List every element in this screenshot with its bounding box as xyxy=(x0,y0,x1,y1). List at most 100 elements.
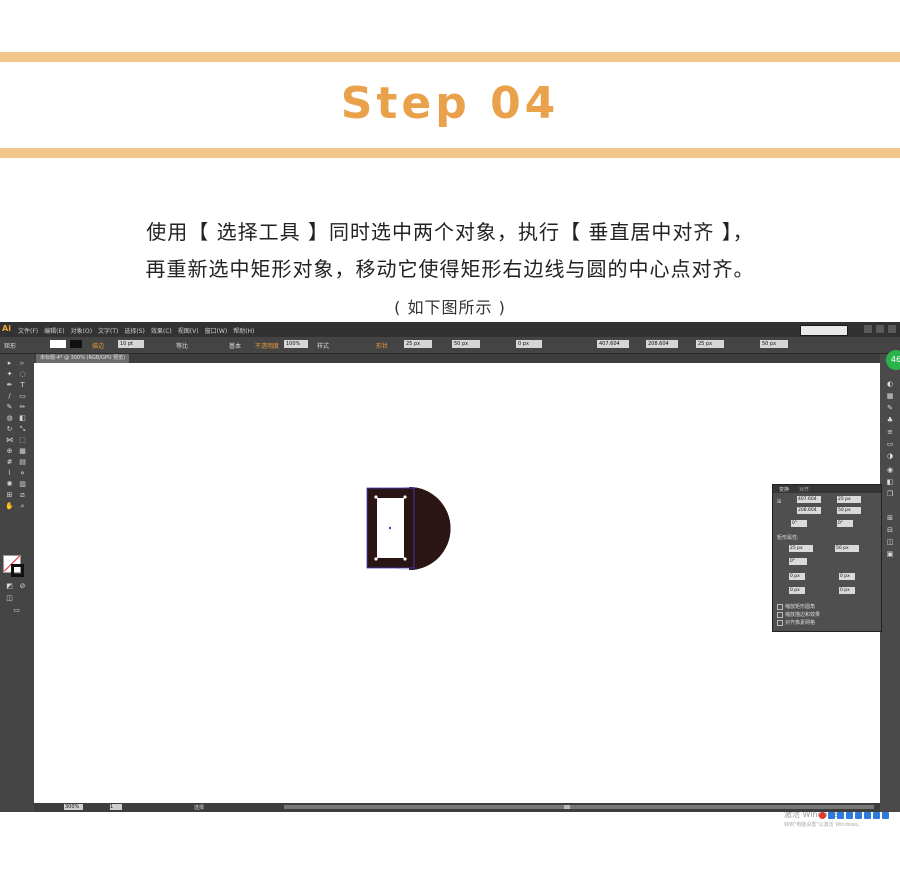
type-tool-icon[interactable]: T xyxy=(18,381,27,389)
magic-wand-icon[interactable]: ✦ xyxy=(5,370,14,378)
shear-field[interactable]: 0° xyxy=(837,520,853,527)
menu-effect[interactable]: 效果(C) xyxy=(151,326,172,335)
document-tab[interactable]: 未标题-4* @ 300% (RGB/GPU 预览) xyxy=(36,354,130,363)
artboards-panel-icon[interactable]: ▣ xyxy=(885,550,895,559)
y-field[interactable]: 208.604 xyxy=(797,507,821,514)
swatches-panel-icon[interactable]: ▦ xyxy=(885,392,895,401)
tray-icon[interactable] xyxy=(846,812,853,819)
minimize-icon[interactable] xyxy=(864,325,872,333)
shape-label[interactable]: 形状 xyxy=(376,341,388,350)
angle-field[interactable]: 0° xyxy=(791,520,807,527)
corner-radius-4-field[interactable]: 0 px xyxy=(839,587,855,594)
blend-tool-icon[interactable]: ⋄ xyxy=(18,469,27,477)
gradient-tool-icon[interactable]: ▤ xyxy=(18,458,27,466)
pathfinder-panel-icon[interactable]: ◫ xyxy=(885,538,895,547)
shape-width-field[interactable]: 25 px xyxy=(404,340,432,348)
align-panel-icon[interactable]: ⊟ xyxy=(885,526,895,535)
option-scale-strokes[interactable]: 缩放描边和效果 xyxy=(777,611,820,618)
horizontal-scrollbar[interactable] xyxy=(284,805,874,809)
artboard-tool-icon[interactable]: ⊞ xyxy=(5,491,14,499)
graphic-styles-icon[interactable]: ◧ xyxy=(885,478,895,487)
tray-icon[interactable] xyxy=(882,812,889,819)
tray-icon[interactable] xyxy=(864,812,871,819)
hand-tool-icon[interactable]: ✋ xyxy=(5,502,14,510)
option-scale-corners[interactable]: 缩放矩形圆角 xyxy=(777,603,815,610)
x-field[interactable]: 407.604 xyxy=(597,340,629,348)
fill-swatch[interactable] xyxy=(50,340,66,348)
stroke-label[interactable]: 描边 xyxy=(92,341,104,350)
symbol-sprayer-icon[interactable]: ✺ xyxy=(5,480,14,488)
menu-edit[interactable]: 编辑(E) xyxy=(44,326,64,335)
shape-height-field[interactable]: 50 px xyxy=(452,340,480,348)
search-input[interactable] xyxy=(800,325,848,336)
tray-icon[interactable] xyxy=(873,812,880,819)
profile-label[interactable]: 等比 xyxy=(176,341,188,350)
rect-height-field[interactable]: 50 px xyxy=(835,545,859,552)
style-label[interactable]: 样式 xyxy=(317,341,329,350)
eraser-icon[interactable]: ◧ xyxy=(18,414,27,422)
scrollbar-thumb[interactable] xyxy=(564,805,570,809)
direct-selection-tool-icon[interactable]: ▹ xyxy=(18,359,27,367)
slice-tool-icon[interactable]: ⧄ xyxy=(18,491,27,499)
menu-select[interactable]: 选择(S) xyxy=(124,326,145,335)
menu-file[interactable]: 文件(F) xyxy=(18,326,38,335)
corner-radius-1-field[interactable]: 0 px xyxy=(789,573,805,580)
menu-help[interactable]: 帮助(H) xyxy=(233,326,254,335)
none-color-icon[interactable]: ⊘ xyxy=(18,582,27,590)
tray-icon[interactable] xyxy=(837,812,844,819)
zoom-field[interactable]: 300% xyxy=(64,804,83,810)
layers-panel-icon[interactable]: ❒ xyxy=(885,490,895,499)
color-panel-icon[interactable]: ◐ xyxy=(885,380,895,389)
corner-widget[interactable] xyxy=(374,495,378,499)
mesh-tool-icon[interactable]: # xyxy=(5,458,14,466)
w-field[interactable]: 25 px xyxy=(837,496,861,503)
maximize-icon[interactable] xyxy=(876,325,884,333)
page-field[interactable]: 1 xyxy=(110,804,122,810)
draw-mode-icon[interactable]: ◫ xyxy=(5,594,14,602)
tray-icon[interactable] xyxy=(855,812,862,819)
x-field[interactable]: 407.604 xyxy=(797,496,821,503)
checkbox[interactable] xyxy=(777,619,783,626)
height-field[interactable]: 50 px xyxy=(760,340,788,348)
stroke-color-icon[interactable] xyxy=(11,564,24,577)
h-field[interactable]: 50 px xyxy=(837,507,861,514)
stroke-panel-icon[interactable]: ≡ xyxy=(885,428,895,437)
menu-type[interactable]: 文字(T) xyxy=(98,326,118,335)
screen-mode-icon[interactable]: ▭ xyxy=(12,606,21,614)
reference-point-icon[interactable]: ⊞ xyxy=(777,499,781,505)
gradient-panel-icon[interactable]: ▭ xyxy=(885,440,895,449)
line-tool-icon[interactable]: / xyxy=(5,392,14,400)
perspective-grid-icon[interactable]: ▦ xyxy=(18,447,27,455)
stroke-weight-field[interactable]: 10 pt xyxy=(118,340,144,348)
rect-rotation-field[interactable]: 0° xyxy=(789,558,807,565)
opacity-field[interactable]: 100% xyxy=(284,340,308,348)
tray-icon[interactable] xyxy=(828,812,835,819)
option-align-pixel-grid[interactable]: 对齐像素网格 xyxy=(777,619,815,626)
menu-object[interactable]: 对象(O) xyxy=(71,326,92,335)
brushes-panel-icon[interactable]: ✎ xyxy=(885,404,895,413)
paintbrush-icon[interactable]: ✎ xyxy=(5,403,14,411)
pencil-icon[interactable]: ✏ xyxy=(18,403,27,411)
pen-tool-icon[interactable]: ✒ xyxy=(5,381,14,389)
blob-brush-icon[interactable]: ◍ xyxy=(5,414,14,422)
checkbox[interactable] xyxy=(777,603,783,610)
stroke-swatch[interactable] xyxy=(70,340,82,348)
ime-icon[interactable] xyxy=(819,812,826,819)
artboard-canvas[interactable]: 激活 Windows 转到"电脑设置"以激活 Windows。 xyxy=(34,363,889,828)
corner-widget[interactable] xyxy=(403,495,407,499)
rectangle-tool-icon[interactable]: ▭ xyxy=(18,392,27,400)
corner-radius-2-field[interactable]: 0 px xyxy=(839,573,855,580)
transform-panel-icon[interactable]: ⊞ xyxy=(885,514,895,523)
menu-view[interactable]: 视图(V) xyxy=(178,326,199,335)
width-tool-icon[interactable]: ⋈ xyxy=(5,436,14,444)
shape-builder-icon[interactable]: ⊕ xyxy=(5,447,14,455)
corner-widget[interactable] xyxy=(403,557,407,561)
symbols-panel-icon[interactable]: ♣ xyxy=(885,416,895,425)
corner-radius-3-field[interactable]: 0 px xyxy=(789,587,805,594)
free-transform-icon[interactable]: ⬚ xyxy=(18,436,27,444)
close-icon[interactable] xyxy=(888,325,896,333)
appearance-panel-icon[interactable]: ◉ xyxy=(885,466,895,475)
corner-radius-field[interactable]: 0 px xyxy=(516,340,542,348)
tab-align[interactable]: 对齐 xyxy=(799,486,809,493)
checkbox[interactable] xyxy=(777,611,783,618)
